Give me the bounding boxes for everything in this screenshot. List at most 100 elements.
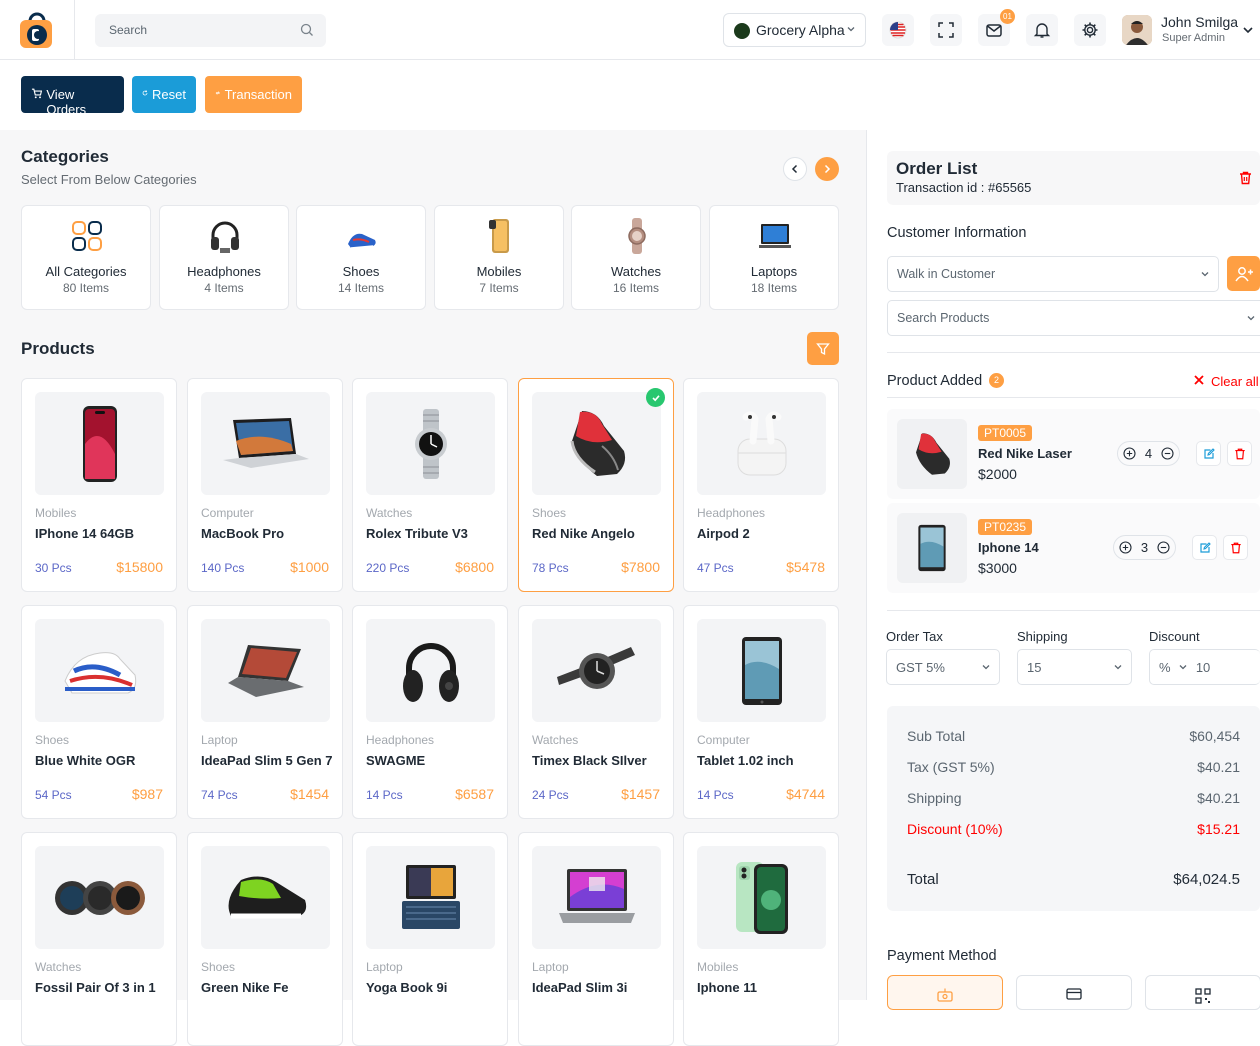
shipping-select[interactable]: 15	[1017, 649, 1132, 685]
sub-total-value: $60,454	[1189, 728, 1240, 744]
category-name: Shoes	[342, 264, 380, 279]
product-name: IdeaPad Slim 3i	[532, 980, 628, 995]
product-card[interactable]: Mobiles Iphone 11	[683, 832, 839, 1046]
product-card[interactable]: Laptop IdeaPad Slim 5 Gen 7 74 Pcs $1454	[187, 605, 343, 819]
product-card[interactable]: Headphones SWAGME 14 Pcs $6587	[352, 605, 508, 819]
user-menu-chevron-icon[interactable]	[1242, 24, 1254, 36]
notifications-button[interactable]	[1026, 14, 1058, 46]
order-item-name: Red Nike Laser	[978, 446, 1072, 461]
category-card-all[interactable]: All Categories 80 Items	[21, 205, 151, 310]
product-card[interactable]: Watches Fossil Pair Of 3 in 1	[21, 832, 177, 1046]
product-card[interactable]: Computer Tablet 1.02 inch 14 Pcs $4744	[683, 605, 839, 819]
category-card-watches[interactable]: Watches 16 Items	[571, 205, 701, 310]
payment-card-button[interactable]	[1016, 975, 1132, 1010]
payment-qr-button[interactable]	[1145, 975, 1260, 1010]
settings-button[interactable]	[1074, 14, 1106, 46]
logo[interactable]	[0, 0, 75, 60]
chevron-down-icon[interactable]	[1178, 662, 1188, 672]
product-card[interactable]: Laptop Yoga Book 9i	[352, 832, 508, 1046]
mail-icon	[986, 24, 1002, 37]
category-card-mobiles[interactable]: Mobiles 7 Items	[434, 205, 564, 310]
category-count: 18 Items	[750, 281, 798, 295]
mail-badge: 01	[1000, 9, 1015, 24]
store-name: Grocery Alpha	[756, 22, 845, 38]
view-orders-button[interactable]: View Orders	[21, 76, 124, 117]
product-image	[35, 846, 164, 949]
delete-item-button[interactable]	[1227, 441, 1252, 466]
category-count: 14 Items	[337, 281, 385, 295]
search-placeholder: Search	[109, 23, 148, 37]
shipping-value: 15	[1027, 660, 1042, 675]
plus-circle-icon[interactable]	[1119, 541, 1132, 554]
mobile-icon	[489, 219, 509, 253]
product-card[interactable]: Shoes Green Nike Fe	[187, 832, 343, 1046]
product-card[interactable]: Watches Rolex Tribute V3 220 Pcs $6800	[352, 378, 508, 592]
category-name: All Categories	[45, 264, 127, 279]
order-item-name: Iphone 14	[978, 540, 1039, 555]
discount-value[interactable]: 10	[1196, 660, 1210, 675]
category-count: 80 Items	[62, 281, 110, 295]
delete-item-button[interactable]	[1223, 535, 1248, 560]
edit-item-button[interactable]	[1192, 535, 1217, 560]
edit-item-button[interactable]	[1196, 441, 1221, 466]
trash-icon[interactable]	[1239, 171, 1252, 185]
store-selector[interactable]: Grocery Alpha	[723, 13, 866, 47]
product-qty: 54 Pcs	[35, 788, 72, 802]
category-card-laptops[interactable]: Laptops 18 Items	[709, 205, 839, 310]
quantity-stepper[interactable]: 4	[1117, 441, 1180, 466]
product-category: Shoes	[201, 960, 236, 974]
chevron-down-icon	[1201, 272, 1209, 277]
laptop-icon	[227, 644, 304, 697]
filter-button[interactable]	[807, 332, 839, 365]
transaction-button[interactable]: Transaction	[205, 76, 302, 113]
order-item: PT0005 Red Nike Laser $2000 4	[887, 409, 1260, 499]
product-price: $987	[131, 786, 163, 802]
product-card[interactable]: Watches Timex Black SIlver 24 Pcs $1457	[518, 605, 674, 819]
product-qty: 47 Pcs	[697, 561, 734, 575]
product-card[interactable]: Shoes Blue White OGR 54 Pcs $987	[21, 605, 177, 819]
add-customer-button[interactable]	[1227, 256, 1260, 291]
payment-cash-button[interactable]	[887, 975, 1003, 1010]
quantity-value[interactable]: 3	[1141, 540, 1148, 555]
product-card[interactable]: Mobiles IPhone 14 64GB 30 Pcs $15800	[21, 378, 177, 592]
sub-total-label: Sub Total	[907, 728, 966, 744]
product-qty: 14 Pcs	[697, 788, 734, 802]
quantity-stepper[interactable]: 3	[1113, 535, 1176, 560]
tablet-icon	[741, 636, 782, 705]
edit-icon	[1199, 541, 1211, 553]
product-price: $15800	[116, 559, 163, 575]
payment-method-title: Payment Method	[887, 948, 997, 964]
avatar[interactable]	[1122, 15, 1152, 45]
category-card-headphones[interactable]: Headphones 4 Items	[159, 205, 289, 310]
order-tax-select[interactable]: GST 5%	[886, 649, 1000, 685]
search-input[interactable]: Search	[95, 14, 326, 47]
product-card[interactable]: Computer MacBook Pro 140 Pcs $1000	[187, 378, 343, 592]
product-category: Laptop	[532, 960, 569, 974]
view-orders-label: View Orders	[46, 87, 87, 117]
flag-us-button[interactable]	[882, 14, 914, 46]
product-name: Yoga Book 9i	[366, 980, 448, 995]
product-category: Headphones	[366, 733, 435, 747]
reset-button[interactable]: Reset	[132, 76, 196, 113]
order-item-image	[897, 419, 967, 489]
product-card[interactable]: Headphones Airpod 2 47 Pcs $5478	[683, 378, 839, 592]
fullscreen-button[interactable]	[930, 14, 962, 46]
search-products-select[interactable]: Search Products	[887, 300, 1260, 336]
plus-circle-icon[interactable]	[1123, 447, 1136, 460]
categories-prev-button[interactable]	[783, 157, 807, 181]
minus-circle-icon[interactable]	[1157, 541, 1170, 554]
discount-input[interactable]: % 10	[1149, 649, 1260, 685]
category-card-shoes[interactable]: Shoes 14 Items	[296, 205, 426, 310]
product-card[interactable]: Laptop IdeaPad Slim 3i	[518, 832, 674, 1046]
categories-next-button[interactable]	[815, 157, 839, 181]
discount-row: Discount (10%) $15.21	[907, 821, 1260, 837]
sub-total-row: Sub Total $60,454	[907, 728, 1260, 744]
product-card-selected[interactable]: Shoes Red Nike Angelo 78 Pcs $7800	[518, 378, 674, 592]
discount-type[interactable]: %	[1159, 660, 1171, 675]
customer-select[interactable]: Walk in Customer	[887, 256, 1219, 292]
product-name: Blue White OGR	[35, 753, 136, 768]
clear-all-button[interactable]: Clear all	[1193, 374, 1259, 389]
product-image	[532, 846, 661, 949]
quantity-value[interactable]: 4	[1145, 446, 1152, 461]
minus-circle-icon[interactable]	[1161, 447, 1174, 460]
